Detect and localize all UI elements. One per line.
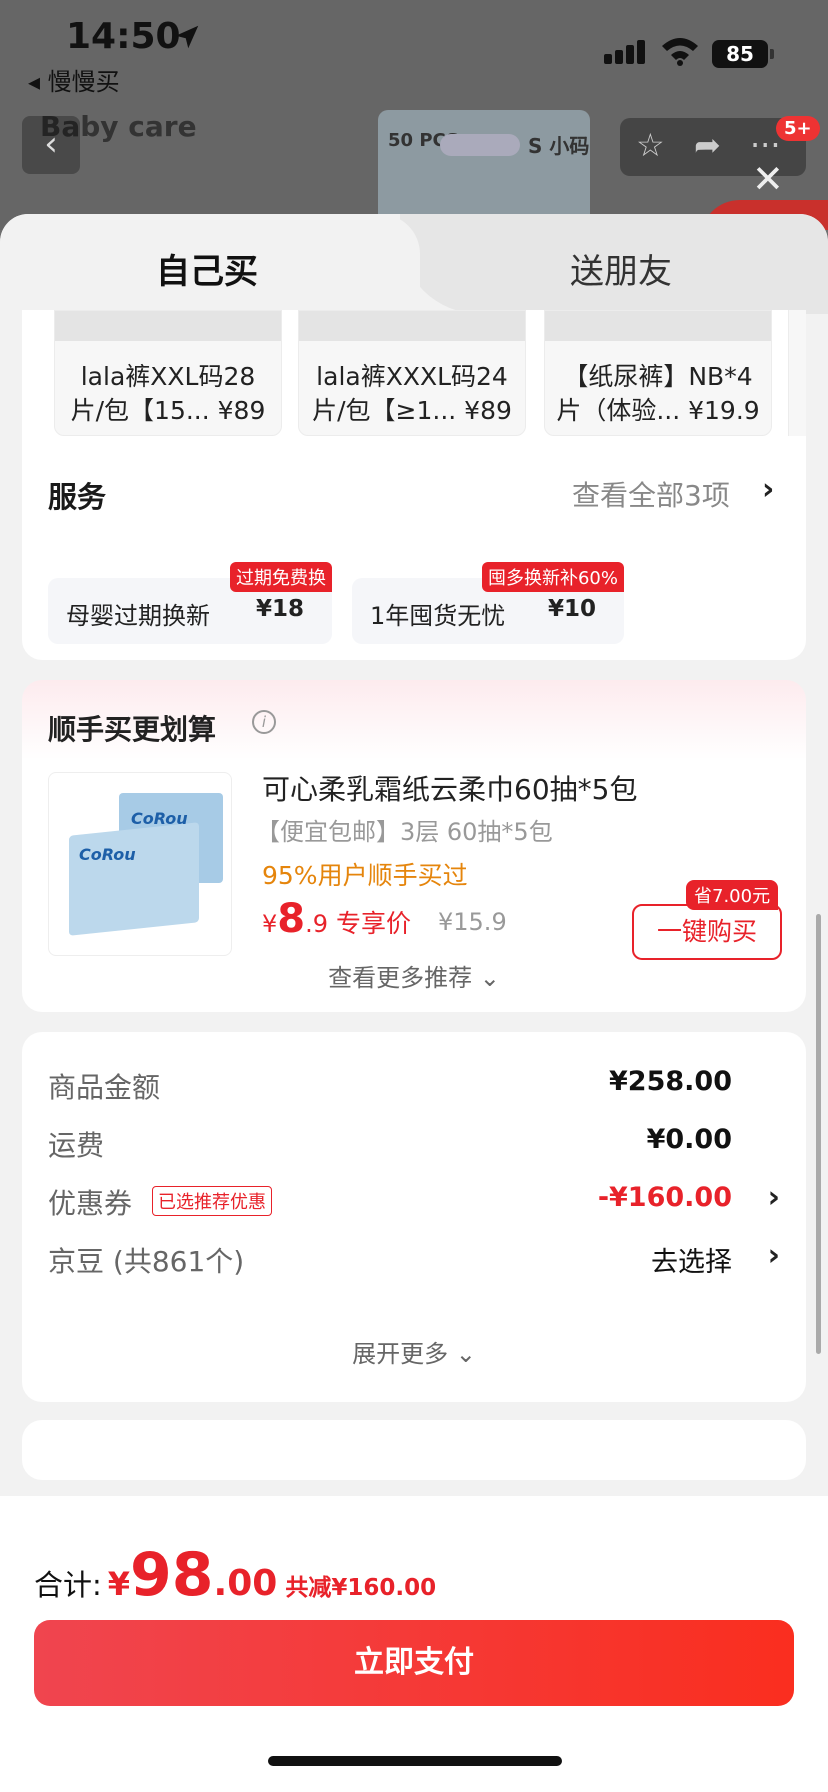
recommended-product-image[interactable]: CoRou CoRou bbox=[48, 772, 232, 956]
coupon-row[interactable]: 优惠券 已选推荐优惠 -¥160.00 › bbox=[48, 1176, 780, 1226]
tab-gift-label: 送朋友 bbox=[570, 252, 672, 292]
recommended-product-spec: 【便宜包邮】3层 60抽*5包 bbox=[256, 818, 553, 846]
expand-more-link[interactable]: 展开更多 ⌄ bbox=[22, 1334, 806, 1369]
more-recommendations-link[interactable]: 查看更多推荐 ⌄ bbox=[22, 958, 806, 993]
battery-tip bbox=[770, 49, 774, 59]
goods-amount-label: 商品金额 bbox=[48, 1071, 161, 1104]
status-bar: 14:50 ◂ 慢慢买 85 bbox=[0, 0, 828, 96]
info-icon[interactable]: i bbox=[252, 710, 276, 734]
pay-now-button[interactable]: 立即支付 bbox=[34, 1620, 794, 1706]
chevron-left-icon: ‹ bbox=[44, 124, 58, 164]
sku-detail: 片/包【≥1... ¥89 bbox=[312, 396, 512, 425]
price-currency: ¥ bbox=[262, 910, 278, 938]
sku-title: lala裤XXXL码24 bbox=[316, 362, 508, 391]
jingdou-label: 京豆 (共861个) bbox=[48, 1245, 245, 1278]
total-label: 合计: bbox=[34, 1568, 102, 1602]
service-price: ¥18 bbox=[256, 596, 305, 622]
sku-services-card: lala裤XXL码28 片/包【15... ¥89 lala裤XXXL码24 片… bbox=[22, 310, 806, 660]
price-integer: 8 bbox=[277, 896, 306, 942]
price-label: 专享价 bbox=[336, 909, 412, 938]
tissue-brand-logo: CoRou bbox=[131, 809, 188, 828]
chevron-down-icon: ⌄ bbox=[455, 1340, 476, 1368]
service-option[interactable]: 母婴过期换新 ¥18 过期免费换 bbox=[48, 562, 332, 644]
checkout-bar: 合计: ¥98.00 共减¥160.00 立即支付 bbox=[0, 1496, 828, 1792]
service-option[interactable]: 1年囤货无忧 ¥10 囤多换新补60% bbox=[352, 562, 624, 644]
recommendation-card: 顺手买更划算 i CoRou CoRou 可心柔乳霜纸云柔巾60抽*5包 【便宜… bbox=[22, 680, 806, 1012]
shipping-value: ¥0.00 bbox=[646, 1124, 732, 1155]
battery-indicator: 85 bbox=[712, 40, 768, 68]
chevron-right-icon[interactable]: › bbox=[762, 472, 774, 507]
coupon-label: 优惠券 bbox=[48, 1187, 133, 1220]
coupon-value: -¥160.00 bbox=[597, 1182, 732, 1213]
message-badge: 5+ bbox=[776, 116, 820, 141]
close-icon[interactable]: ✕ bbox=[752, 160, 784, 198]
price-decimal: .9 bbox=[305, 910, 329, 938]
recommended-product-name[interactable]: 可心柔乳霜纸云柔巾60抽*5包 bbox=[262, 768, 637, 808]
jingdou-value: 去选择 bbox=[651, 1247, 732, 1278]
tab-gift[interactable]: 送朋友 bbox=[400, 214, 828, 314]
location-arrow-icon bbox=[175, 25, 199, 49]
recommendation-title: 顺手买更划算 bbox=[48, 713, 217, 746]
chevron-down-icon: ⌄ bbox=[479, 964, 500, 992]
status-time: 14:50 bbox=[66, 16, 181, 57]
save-amount-tag: 省7.00元 bbox=[686, 880, 779, 910]
sku-option[interactable]: lala裤XXXL码24 片/包【≥1... ¥89 bbox=[298, 310, 526, 436]
star-icon[interactable]: ☆ bbox=[636, 126, 665, 164]
total-currency: ¥ bbox=[107, 1565, 131, 1603]
jingdou-row[interactable]: 京豆 (共861个) 去选择 › bbox=[48, 1234, 780, 1284]
shipping-label: 运费 bbox=[48, 1129, 105, 1162]
tissue-box-front bbox=[69, 822, 199, 936]
service-price: ¥10 bbox=[548, 596, 597, 622]
back-to-app[interactable]: ◂ 慢慢买 bbox=[28, 62, 120, 97]
more-recommendations-label: 查看更多推荐 bbox=[328, 964, 473, 992]
goods-amount-value: ¥258.00 bbox=[609, 1066, 732, 1097]
sku-image bbox=[55, 311, 281, 341]
goods-amount-row: 商品金额 ¥258.00 bbox=[48, 1060, 780, 1110]
sku-image bbox=[299, 311, 525, 341]
total-amount-decimal: .00 bbox=[213, 1563, 278, 1604]
social-proof-text: 95%用户顺手买过 bbox=[262, 861, 468, 890]
wifi-icon bbox=[662, 38, 698, 66]
one-click-buy-button[interactable]: 一键购买 bbox=[632, 904, 782, 960]
pack-size: S 小码 bbox=[528, 134, 590, 158]
sku-detail: 片（体验... ¥19.9 bbox=[556, 396, 760, 425]
shipping-row: 运费 ¥0.00 bbox=[48, 1118, 780, 1168]
sku-title: lala裤XXL码28 bbox=[80, 362, 256, 391]
scrollbar[interactable] bbox=[816, 914, 821, 1354]
sku-option[interactable]: 【纸尿裤】NB*4 片（体验... ¥19.9 bbox=[544, 310, 772, 436]
tab-self[interactable]: 自己买 bbox=[0, 214, 420, 314]
back-button[interactable]: ‹ bbox=[22, 116, 80, 174]
sku-title: 【纸尿裤】NB*4 bbox=[563, 362, 753, 391]
sku-image bbox=[545, 311, 771, 341]
service-tag: 囤多换新补60% bbox=[481, 562, 624, 592]
next-section-card bbox=[22, 1420, 806, 1480]
tab-self-label: 自己买 bbox=[156, 252, 258, 292]
product-image: 50 PCS S 小码 bbox=[378, 110, 590, 230]
service-name: 母婴过期换新 bbox=[66, 602, 210, 630]
service-tag: 过期免费换 bbox=[230, 562, 332, 592]
coupon-tag: 已选推荐优惠 bbox=[152, 1186, 272, 1216]
sku-option-partial[interactable] bbox=[788, 310, 806, 436]
original-price: ¥15.9 bbox=[438, 908, 507, 936]
exclusive-price: ¥8.9 专享价 bbox=[262, 896, 411, 942]
pack-handle bbox=[440, 134, 520, 156]
price-summary-card: 商品金额 ¥258.00 运费 ¥0.00 优惠券 已选推荐优惠 -¥160.0… bbox=[22, 1032, 806, 1402]
total-discount: 共减¥160.00 bbox=[285, 1575, 437, 1601]
order-total: 合计: ¥98.00 共减¥160.00 bbox=[34, 1540, 436, 1610]
sku-option[interactable]: lala裤XXL码28 片/包【15... ¥89 bbox=[54, 310, 282, 436]
service-name: 1年囤货无忧 bbox=[370, 602, 506, 630]
services-title: 服务 bbox=[48, 480, 107, 514]
home-indicator bbox=[268, 1756, 562, 1766]
total-amount-integer: 98 bbox=[130, 1540, 214, 1610]
expand-more-label: 展开更多 bbox=[352, 1340, 449, 1368]
services-view-all[interactable]: 查看全部3项 bbox=[572, 474, 730, 514]
tissue-brand-logo: CoRou bbox=[79, 845, 136, 864]
chevron-right-icon: › bbox=[767, 1238, 780, 1273]
share-icon[interactable]: ➦ bbox=[694, 126, 721, 164]
chevron-right-icon: › bbox=[767, 1180, 780, 1215]
sku-detail: 片/包【15... ¥89 bbox=[70, 396, 266, 425]
